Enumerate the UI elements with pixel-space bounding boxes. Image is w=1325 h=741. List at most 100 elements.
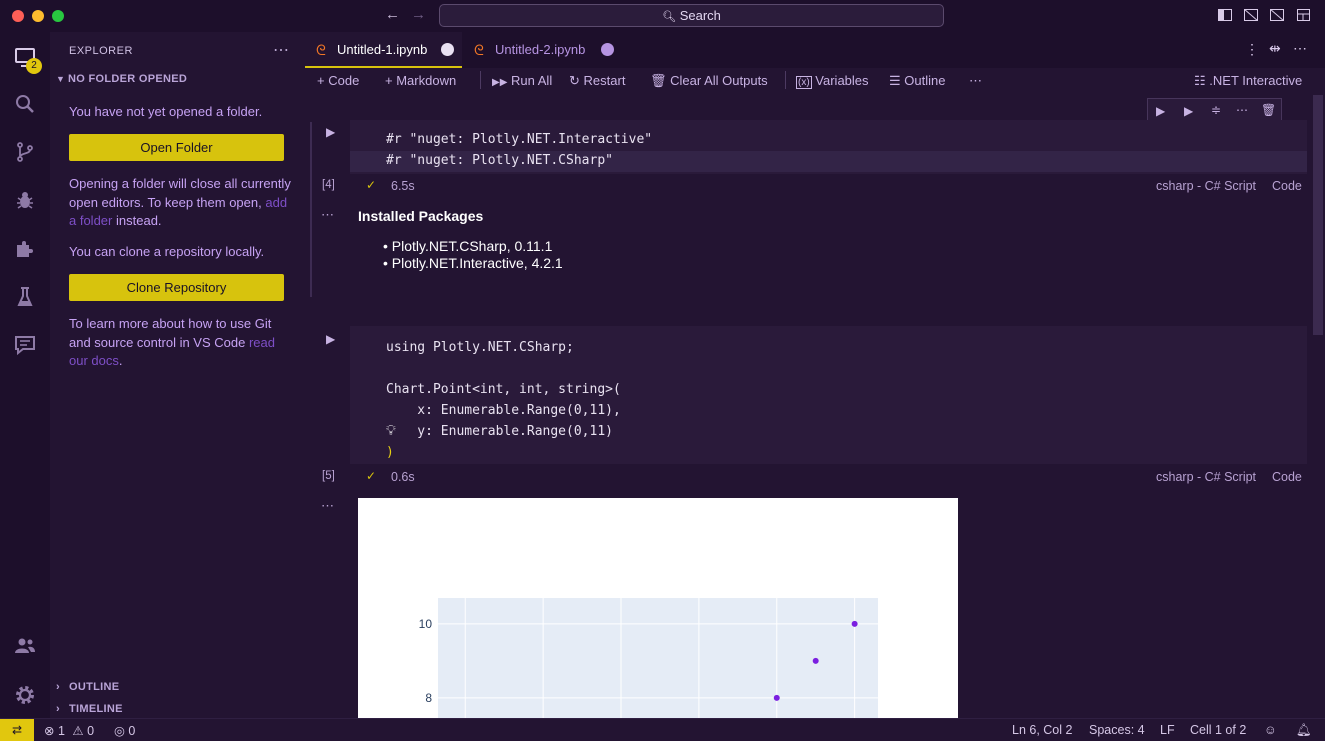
- split-editor-icon[interactable]: ⇹: [1269, 40, 1281, 57]
- cursor-position[interactable]: Ln 6, Col 2: [1012, 723, 1072, 737]
- close-window-button[interactable]: [12, 10, 24, 22]
- output-more-icon[interactable]: ⋯: [321, 498, 334, 514]
- accounts-icon[interactable]: [13, 634, 37, 658]
- output-title: Installed Packages: [358, 208, 484, 224]
- notifications-bell-icon[interactable]: 🔔︎: [1296, 723, 1312, 738]
- code-line: using Plotly.NET.CSharp;: [386, 340, 574, 355]
- toggle-panel-icon[interactable]: [1244, 9, 1258, 21]
- back-arrow-icon[interactable]: ←: [385, 6, 400, 23]
- indentation[interactable]: Spaces: 4: [1089, 723, 1145, 737]
- problems-indicator[interactable]: ⊗ 1 ⚠ 0: [44, 723, 94, 738]
- check-icon: ✓: [366, 469, 377, 483]
- unsaved-indicator-icon[interactable]: [601, 43, 614, 56]
- clone-message: You can clone a repository locally.: [69, 244, 265, 259]
- outline-button[interactable]: ☰ Outline: [889, 73, 945, 89]
- cell-language[interactable]: csharp - C# Script: [1156, 179, 1256, 193]
- execution-count: [5]: [322, 470, 335, 482]
- plus-icon: +: [385, 73, 393, 88]
- split-cell-icon[interactable]: ≑: [1211, 103, 1221, 117]
- editor-scrollbar[interactable]: [1313, 95, 1323, 335]
- toggle-sidebar-icon[interactable]: [1218, 9, 1232, 21]
- outline-section-header[interactable]: › OUTLINE: [56, 681, 119, 693]
- no-folder-section-header[interactable]: ▼ NO FOLDER OPENED: [56, 73, 187, 85]
- testing-icon[interactable]: [13, 285, 37, 309]
- package-item: • Plotly.NET.CSharp, 0.11.1: [383, 238, 553, 254]
- error-icon: ⊗: [44, 724, 55, 738]
- cell-more-icon[interactable]: ⋯: [1236, 103, 1248, 117]
- cell-language[interactable]: csharp - C# Script: [1156, 470, 1256, 484]
- explorer-icon[interactable]: 2: [13, 45, 42, 74]
- timeline-section-header[interactable]: › TIMELINE: [56, 703, 123, 715]
- code-editor[interactable]: using Plotly.NET.CSharp; Chart.Point<int…: [350, 326, 1307, 464]
- run-all-icon: ▶▶: [492, 77, 508, 88]
- git-docs-message: To learn more about how to use Git and s…: [69, 316, 275, 368]
- add-markdown-cell-button[interactable]: + Markdown: [385, 73, 456, 88]
- scatter-chart: 8 10: [419, 598, 878, 718]
- add-code-cell-button[interactable]: + Code: [317, 73, 359, 88]
- run-below-icon[interactable]: ▶: [1184, 104, 1193, 118]
- chat-icon[interactable]: [13, 333, 37, 357]
- execution-time: 6.5s: [391, 179, 415, 193]
- code-line: #r "nuget: Plotly.NET.CSharp": [386, 153, 613, 168]
- data-point[interactable]: [851, 620, 858, 627]
- execution-time: 0.6s: [391, 470, 415, 484]
- run-all-button[interactable]: ▶▶ Run All: [492, 73, 552, 88]
- jupyter-icon: ᘓ: [474, 42, 484, 58]
- end-of-line[interactable]: LF: [1160, 723, 1175, 737]
- run-cell-icon[interactable]: ▶: [326, 332, 335, 346]
- run-debug-icon[interactable]: [13, 188, 37, 212]
- cell-kind[interactable]: Code: [1272, 179, 1302, 193]
- clear-outputs-button[interactable]: 🗑︎ Clear All Outputs: [650, 73, 768, 89]
- chevron-right-icon: ›: [56, 681, 60, 693]
- copilot-icon[interactable]: ☺: [1264, 723, 1277, 737]
- warning-icon: ⚠: [72, 724, 84, 738]
- y-tick-label: 10: [419, 617, 433, 631]
- cell-kind[interactable]: Code: [1272, 470, 1302, 484]
- forward-arrow-icon[interactable]: →: [411, 6, 426, 23]
- editor-more-actions-icon[interactable]: ⋯: [1293, 40, 1307, 57]
- data-point[interactable]: [812, 657, 819, 664]
- command-center-search[interactable]: 🔍︎ Search: [439, 4, 944, 27]
- search-icon[interactable]: [13, 92, 37, 116]
- data-point[interactable]: [773, 694, 780, 701]
- toolbar-more-icon[interactable]: ⋯: [969, 73, 982, 89]
- restart-button[interactable]: ↻ Restart: [569, 73, 625, 89]
- customize-layout-icon[interactable]: [1297, 9, 1310, 21]
- more-actions-icon[interactable]: ⋯: [273, 40, 289, 60]
- unsaved-indicator-icon[interactable]: [441, 43, 454, 56]
- run-above-icon[interactable]: ▶: [1156, 104, 1165, 118]
- kernel-picker[interactable]: ☷ .NET Interactive: [1194, 73, 1302, 89]
- delete-cell-icon[interactable]: 🗑︎: [1261, 103, 1276, 117]
- cell-selection-bar: [310, 122, 312, 297]
- run-cell-icon[interactable]: ▶: [326, 125, 335, 139]
- lightbulb-icon[interactable]: 💡︎: [386, 422, 396, 439]
- activity-bar: 2: [0, 32, 50, 718]
- trash-icon: 🗑︎: [650, 73, 667, 88]
- settings-gear-icon[interactable]: [13, 683, 37, 707]
- code-editor[interactable]: #r "nuget: Plotly.NET.Interactive" #r "n…: [350, 120, 1307, 174]
- minimize-window-button[interactable]: [32, 10, 44, 22]
- variables-icon: (x): [796, 76, 812, 89]
- sidebar-title: EXPLORER: [69, 45, 133, 57]
- more-vertical-icon[interactable]: ⋮: [1245, 41, 1259, 58]
- ports-indicator[interactable]: ◎ 0: [114, 723, 135, 738]
- code-line: #r "nuget: Plotly.NET.Interactive": [386, 132, 653, 147]
- cell-indicator[interactable]: Cell 1 of 2: [1190, 723, 1246, 737]
- chevron-down-icon: ▼: [56, 74, 66, 84]
- extensions-icon[interactable]: [13, 237, 37, 261]
- remote-indicator[interactable]: ⇄: [0, 719, 34, 741]
- open-folder-warning: Opening a folder will close all currentl…: [69, 176, 291, 228]
- source-control-icon[interactable]: [13, 140, 37, 164]
- maximize-window-button[interactable]: [52, 10, 64, 22]
- open-folder-button[interactable]: Open Folder: [69, 134, 284, 161]
- clone-repository-button[interactable]: Clone Repository: [69, 274, 284, 301]
- plus-icon: +: [317, 73, 325, 88]
- output-more-icon[interactable]: ⋯: [321, 207, 334, 223]
- variables-button[interactable]: (x) Variables: [796, 73, 869, 89]
- y-tick-label: 8: [425, 691, 432, 705]
- broadcast-icon: ◎: [114, 724, 125, 738]
- no-folder-message: You have not yet opened a folder.: [69, 104, 263, 119]
- toggle-secondary-sidebar-icon[interactable]: [1270, 9, 1284, 21]
- tab-untitled-2[interactable]: ᘓ Untitled-2.ipynb: [463, 32, 621, 68]
- tab-untitled-1[interactable]: ᘓ Untitled-1.ipynb: [305, 32, 462, 68]
